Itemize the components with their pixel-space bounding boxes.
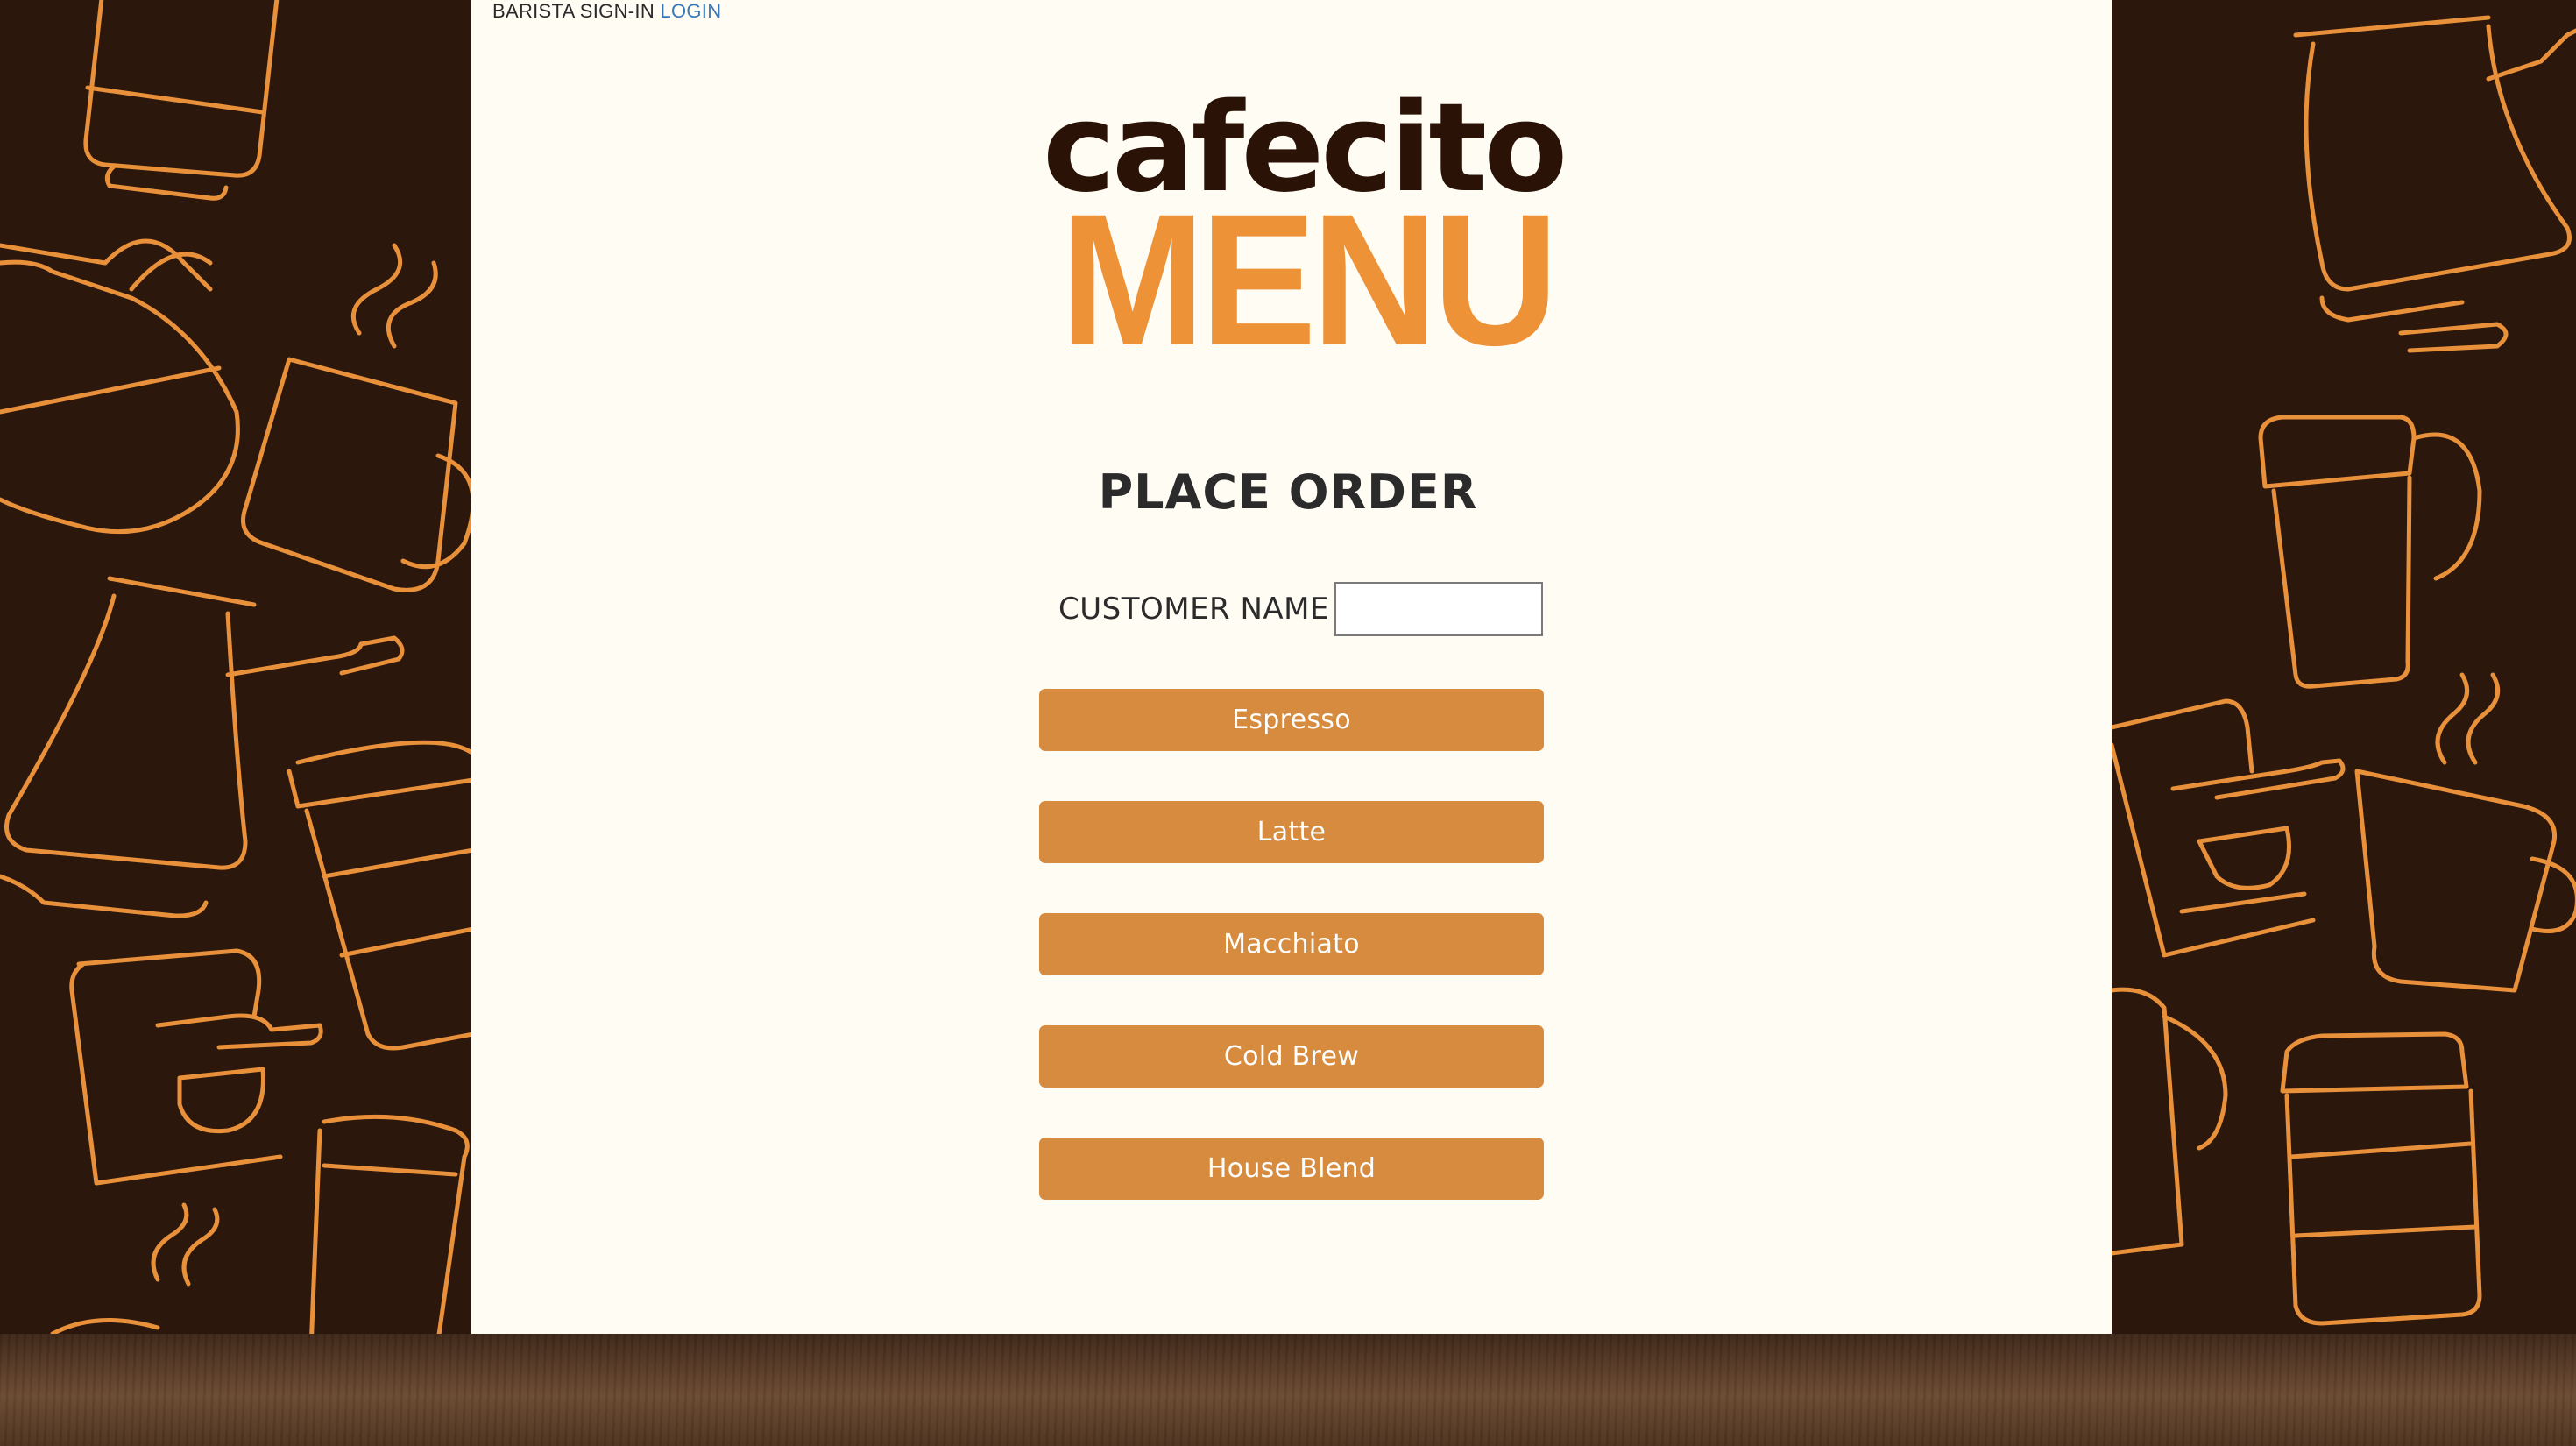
barista-signin-label: BARISTA SIGN-IN [492, 0, 655, 22]
bottom-wood-strip [0, 1334, 2576, 1446]
menu-list: Espresso Latte Macchiato Cold Brew House… [1039, 689, 1544, 1250]
login-link[interactable]: LOGIN [660, 0, 721, 22]
espresso-button[interactable]: Espresso [1039, 689, 1544, 751]
turkish-coffee-pot-icon [2293, 15, 2576, 353]
left-decoration-panel [0, 0, 471, 1334]
latte-button[interactable]: Latte [1039, 801, 1544, 863]
house-blend-button[interactable]: House Blend [1039, 1138, 1544, 1200]
customer-name-row: CUSTOMER NAME [1058, 578, 1543, 640]
travel-mug-icon [2258, 415, 2482, 689]
cafecito-menu-logo: cafecito MENU [1043, 88, 1568, 385]
page-title: PLACE ORDER [1098, 464, 1478, 520]
coffee-mug-icon [2354, 769, 2576, 993]
steam-icon [50, 1202, 220, 1334]
app-root: BARISTA SIGN-IN LOGIN cafecito MENU PLAC… [0, 0, 2576, 1446]
coffee-pot-icon [0, 238, 240, 535]
logo-wordmark-bottom: MENU [1059, 175, 1559, 385]
turkish-coffee-pot-icon [0, 576, 405, 918]
barista-signin: BARISTA SIGN-IN LOGIN [492, 0, 721, 23]
coffee-tumbler-icon [83, 0, 280, 201]
steam-icon [2435, 672, 2501, 765]
right-decoration-panel [2112, 0, 2576, 1334]
espresso-machine-icon [69, 948, 323, 1186]
travel-cup-icon [287, 740, 471, 1051]
coffee-mug-icon [241, 243, 471, 592]
customer-name-label: CUSTOMER NAME [1058, 592, 1329, 627]
customer-name-input[interactable] [1334, 582, 1543, 636]
cold-brew-button[interactable]: Cold Brew [1039, 1025, 1544, 1088]
travel-cup-icon [2112, 987, 2228, 1256]
travel-cup-icon-2 [2280, 1031, 2482, 1326]
travel-cup-icon-2 [309, 1114, 470, 1334]
macchiato-button[interactable]: Macchiato [1039, 913, 1544, 975]
espresso-machine-icon [2112, 698, 2346, 958]
